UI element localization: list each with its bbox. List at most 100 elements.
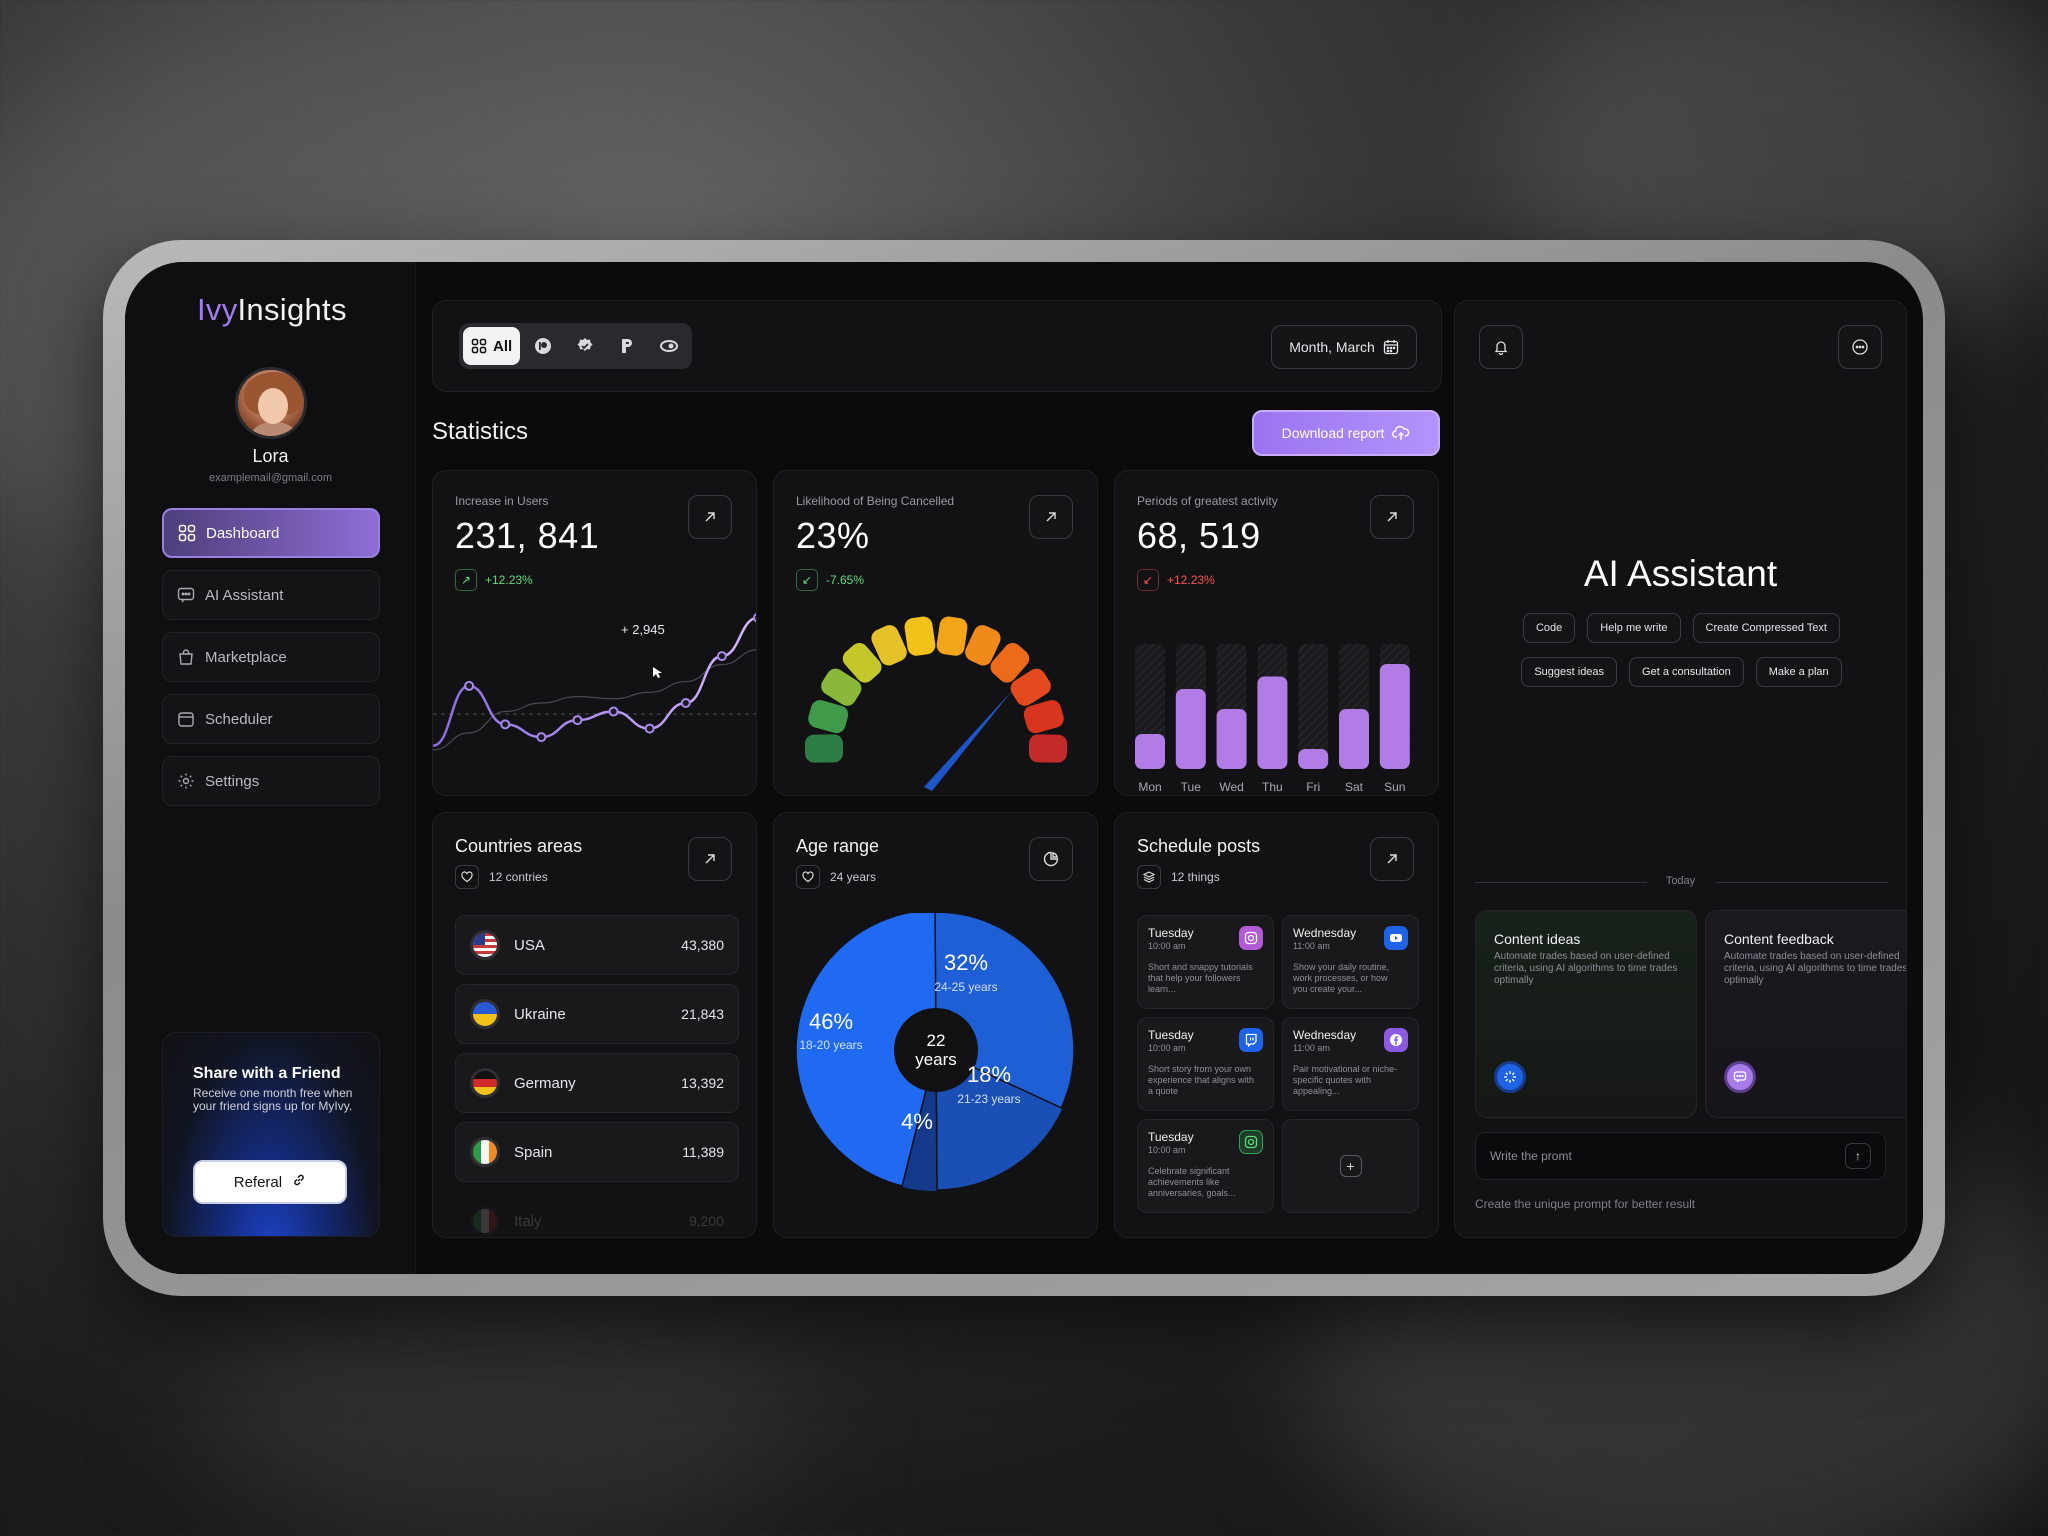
bell-icon xyxy=(1494,341,1508,355)
users-expand-button[interactable] xyxy=(688,495,732,539)
post-desc: Short and snappy tutorials that help you… xyxy=(1148,962,1253,994)
date-picker[interactable]: Month, March xyxy=(1271,325,1417,369)
country-row[interactable]: Ukraine 21,843 xyxy=(455,984,739,1044)
country-row[interactable]: Germany 13,392 xyxy=(455,1053,739,1113)
prompt-placeholder: Write the promt xyxy=(1490,1149,1572,1163)
chip-create-compressed-text[interactable]: Create Compressed Text xyxy=(1692,613,1840,643)
schedule-expand-button[interactable] xyxy=(1370,837,1414,881)
country-row[interactable]: Italy 9,200 xyxy=(455,1191,739,1237)
download-report-button[interactable]: Download report xyxy=(1252,410,1440,456)
germany-flag-icon xyxy=(470,1068,500,1098)
sidebar-item-label: Marketplace xyxy=(205,648,287,666)
date-label: Month, March xyxy=(1289,339,1375,355)
logo-suffix: Insights xyxy=(237,292,347,327)
schedule-count-label: 12 things xyxy=(1171,870,1220,884)
notifications-button[interactable] xyxy=(1479,325,1523,369)
spain-flag-icon xyxy=(470,1137,500,1167)
assistant-title: AI Assistant xyxy=(1583,553,1778,594)
pie-chart-icon xyxy=(1043,851,1059,867)
chip-code[interactable]: Code xyxy=(1522,613,1576,643)
user-email: examplemail@gmail.com xyxy=(208,472,333,484)
feed-card-content-feedback[interactable]: Content feedback Automate trades based o… xyxy=(1705,910,1906,1118)
post-time: 10:00 am xyxy=(1148,941,1186,951)
sidebar-item-settings[interactable]: Settings xyxy=(162,756,380,806)
post-time: 10:00 am xyxy=(1148,1145,1186,1155)
country-row[interactable]: USA 43,380 xyxy=(455,915,739,975)
instagram-icon xyxy=(1239,1130,1263,1154)
users-card: Increase in Users 231, 841 ↗ +12.23% + 2… xyxy=(432,470,757,796)
sidebar-item-dashboard[interactable]: Dashboard xyxy=(162,508,380,558)
age-sub-label: 24 years xyxy=(830,870,877,884)
filter-patreon[interactable] xyxy=(524,327,562,365)
sidebar-item-scheduler[interactable]: Scheduler xyxy=(162,694,380,744)
ukraine-flag-icon xyxy=(470,999,500,1029)
sidebar-item-ai-assistant[interactable]: AI Assistant xyxy=(162,570,380,620)
post-desc: Show your daily routine, work processes,… xyxy=(1293,962,1390,994)
feed-card-content-ideas[interactable]: Content ideas Automate trades based on u… xyxy=(1475,910,1697,1118)
post-time: 11:00 am xyxy=(1293,1043,1330,1053)
sidebar-item-label: Scheduler xyxy=(205,710,273,728)
filter-producthunt[interactable] xyxy=(608,327,646,365)
sidebar-item-label: AI Assistant xyxy=(205,586,284,604)
activity-bar xyxy=(1135,734,1165,769)
scheduled-post[interactable]: Tuesday 10:00 am Short and snappy tutori… xyxy=(1137,915,1274,1009)
age-card: Age range 24 years 22 years 32% 24-25 ye… xyxy=(773,812,1098,1238)
gauge-segment xyxy=(1028,734,1068,763)
age-chart-button[interactable] xyxy=(1029,837,1073,881)
chip-help-me-write[interactable]: Help me write xyxy=(1587,613,1681,643)
country-value: 11,389 xyxy=(682,1144,724,1160)
message-icon xyxy=(1724,1061,1756,1093)
arrow-up-right-icon xyxy=(1387,854,1397,864)
sidebar-item-marketplace[interactable]: Marketplace xyxy=(162,632,380,682)
country-name: Italy xyxy=(514,1212,542,1230)
referal-button[interactable]: Referal xyxy=(193,1160,347,1204)
activity-value: 68, 519 xyxy=(1137,515,1261,556)
chip-suggest-ideas[interactable]: Suggest ideas xyxy=(1521,657,1618,687)
assistant-suggestions: Code Help me write Create Compressed Tex… xyxy=(1495,613,1868,687)
plus-square-icon: + xyxy=(1339,1155,1362,1177)
country-name: USA xyxy=(514,936,545,954)
countries-expand-button[interactable] xyxy=(688,837,732,881)
trend-up-icon: ↗ xyxy=(455,569,477,591)
country-row[interactable]: Spain 11,389 xyxy=(455,1122,739,1182)
schedule-card: Schedule posts 12 things Tuesday 10:00 a… xyxy=(1114,812,1439,1238)
prompt-input[interactable]: Write the promt ↑ xyxy=(1475,1132,1886,1180)
scheduled-post[interactable]: Tuesday 10:00 am Short story from your o… xyxy=(1137,1017,1274,1111)
filter-verified[interactable] xyxy=(566,327,604,365)
more-options-button[interactable] xyxy=(1838,325,1882,369)
arrow-up-icon: ↑ xyxy=(1855,1149,1861,1163)
cloud-upload-icon xyxy=(1392,425,1410,440)
avatar[interactable] xyxy=(235,367,307,439)
age-pie-chart: 22 years 32% 24-25 years 46% 18-20 years… xyxy=(795,913,1075,1193)
link-icon xyxy=(660,340,679,352)
producthunt-icon xyxy=(622,339,633,353)
cancel-expand-button[interactable] xyxy=(1029,495,1073,539)
bag-icon xyxy=(177,648,195,666)
sparkle-icon xyxy=(1494,1061,1526,1093)
chip-get-consultation[interactable]: Get a consultation xyxy=(1629,657,1744,687)
chip-make-plan[interactable]: Make a plan xyxy=(1755,657,1842,687)
add-post-button[interactable]: + xyxy=(1282,1119,1419,1213)
download-label: Download report xyxy=(1281,425,1385,441)
trend-down-icon: ↙ xyxy=(796,569,818,591)
scheduled-post[interactable]: Tuesday 10:00 am Celebrate significant a… xyxy=(1137,1119,1274,1213)
users-line-chart: + 2,945 xyxy=(433,613,756,751)
countries-count: 12 contries xyxy=(455,865,548,889)
activity-delta: ↙ +12.23% xyxy=(1137,569,1215,591)
app-logo[interactable]: IvyInsights xyxy=(197,292,347,328)
filter-link[interactable] xyxy=(650,327,688,365)
activity-bar xyxy=(1379,664,1410,769)
feed-text: Automate trades based on user-defined cr… xyxy=(1494,951,1678,986)
patreon-icon xyxy=(535,338,552,354)
slice-label-4: 4% xyxy=(901,1109,933,1134)
send-button[interactable]: ↑ xyxy=(1845,1143,1871,1169)
cancel-delta-value: -7.65% xyxy=(826,573,865,587)
scheduled-post[interactable]: Wednesday 11:00 am Show your daily routi… xyxy=(1282,915,1419,1009)
activity-bar xyxy=(1298,749,1329,769)
schedule-count: 12 things xyxy=(1137,865,1220,889)
scheduled-post[interactable]: Wednesday 11:00 am Pair motivational or … xyxy=(1282,1017,1419,1111)
activity-bar xyxy=(1175,689,1206,769)
post-time: 11:00 am xyxy=(1293,941,1330,951)
activity-expand-button[interactable] xyxy=(1370,495,1414,539)
filter-all[interactable]: All xyxy=(463,327,521,365)
